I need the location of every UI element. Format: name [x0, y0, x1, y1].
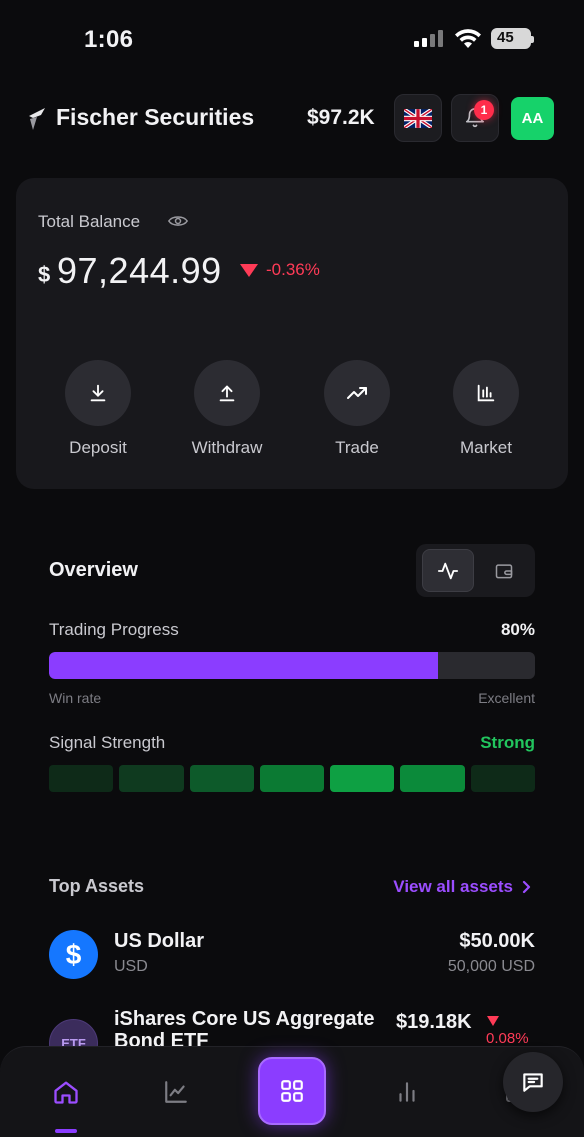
download-icon [90, 384, 106, 402]
notification-badge: 1 [474, 100, 494, 120]
notifications-button[interactable]: 1 [451, 94, 499, 142]
overview-view-toggle [416, 544, 535, 597]
withdraw-button[interactable]: Withdraw [172, 360, 282, 458]
trending-up-icon [347, 387, 367, 399]
uk-flag-icon [404, 108, 432, 128]
down-triangle-icon [240, 263, 258, 277]
deposit-button[interactable]: Deposit [43, 360, 153, 458]
asset-quantity: 50,000 USD [447, 958, 535, 975]
wallet-view-button[interactable] [478, 549, 530, 592]
nav-home-indicator [55, 1129, 77, 1133]
view-all-assets-link[interactable]: View all assets [393, 877, 531, 897]
battery-level: 45 [497, 29, 514, 46]
trading-progress-fill [49, 652, 438, 679]
grid-icon [281, 1080, 303, 1102]
market-circle[interactable] [453, 360, 519, 426]
deposit-circle[interactable] [65, 360, 131, 426]
nav-charts[interactable] [159, 1075, 193, 1109]
signal-strength-meter [49, 765, 535, 792]
market-label: Market [460, 438, 512, 457]
balance-change: -0.36% [240, 260, 320, 280]
deposit-label: Deposit [69, 438, 127, 457]
language-button[interactable] [394, 94, 442, 142]
asset-name: US Dollar [114, 930, 205, 952]
wifi-icon [455, 29, 481, 48]
brand-logo-icon [29, 108, 45, 130]
signal-strength-value: Strong [480, 733, 535, 752]
signal-block [470, 765, 535, 792]
trade-circle[interactable] [324, 360, 390, 426]
signal-block [259, 765, 325, 792]
nav-apps-button[interactable] [258, 1057, 326, 1125]
signal-block [189, 765, 254, 792]
asset-value: $50.00K [459, 930, 535, 952]
signal-strength-label: Signal Strength [49, 733, 166, 752]
overview-title: Overview [49, 559, 138, 581]
bottom-nav [0, 1046, 584, 1137]
total-balance-amount: 97,244.99 [57, 250, 222, 291]
total-balance-label: Total Balance [38, 212, 141, 231]
top-assets-title: Top Assets [49, 876, 145, 896]
header-balance[interactable]: $97.2K [307, 106, 375, 130]
signal-block [400, 765, 465, 792]
signal-block [49, 765, 114, 792]
chevron-right-icon [522, 880, 531, 894]
avatar[interactable]: AA [511, 97, 554, 140]
eye-icon[interactable] [168, 214, 188, 228]
balance-change-value: -0.36% [266, 260, 320, 279]
nav-analytics[interactable] [390, 1075, 424, 1109]
withdraw-label: Withdraw [191, 438, 263, 457]
asset-symbol: USD [114, 958, 148, 975]
trading-progress-label: Trading Progress [49, 620, 179, 639]
app-header: Fischer Securities $97.2K 1 AA [0, 94, 584, 142]
view-all-assets-label: View all assets [393, 877, 513, 896]
status-time: 1:06 [84, 26, 134, 53]
down-triangle-icon [487, 1016, 499, 1026]
activity-view-button[interactable] [422, 549, 474, 592]
chat-icon [523, 1073, 543, 1092]
signal-block [119, 765, 184, 792]
upload-icon [219, 385, 235, 402]
cellular-signal-icon [414, 30, 443, 47]
asset-change: 0.08% [486, 1030, 529, 1047]
excellent-caption: Excellent [478, 690, 535, 706]
signal-block [330, 765, 395, 792]
balance-card: Total Balance $ 97,244.99 -0.36% Deposit… [16, 178, 568, 489]
bar-chart-icon [399, 1082, 415, 1102]
currency-symbol: $ [38, 262, 51, 287]
activity-icon [437, 562, 459, 579]
home-icon [54, 1081, 78, 1104]
win-rate-caption: Win rate [49, 690, 102, 706]
trade-button[interactable]: Trade [302, 360, 412, 458]
battery-icon: 45 [491, 28, 534, 49]
chat-button[interactable] [503, 1052, 563, 1112]
dollar-icon: $ [49, 930, 98, 979]
wallet-icon [495, 563, 513, 578]
bar-chart-icon [477, 384, 495, 402]
trading-progress-value: 80% [500, 620, 535, 639]
trading-progress-bar [49, 652, 535, 679]
withdraw-circle[interactable] [194, 360, 260, 426]
brand-name: Fischer Securities [56, 104, 255, 130]
asset-value: $19.18K [396, 1011, 472, 1033]
nav-home[interactable] [49, 1075, 83, 1109]
market-button[interactable]: Market [431, 360, 541, 458]
trade-label: Trade [335, 438, 379, 457]
status-bar: 1:06 45 [0, 0, 584, 80]
line-chart-icon [165, 1081, 187, 1103]
